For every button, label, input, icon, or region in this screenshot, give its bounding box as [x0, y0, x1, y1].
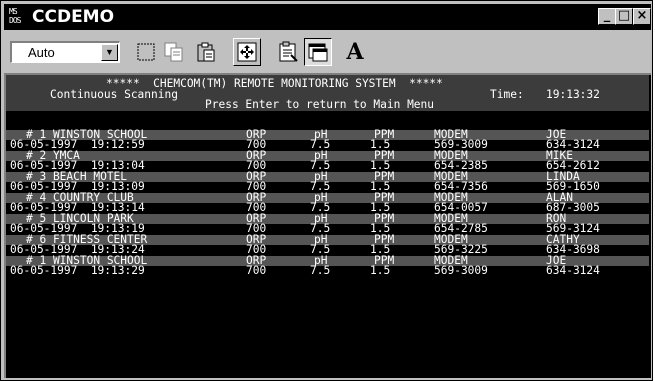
time-value: 19:13:32 [546, 88, 600, 101]
time-label: Time: [490, 88, 524, 101]
ms-dos-icon[interactable]: MS DOS [8, 7, 26, 27]
paste-icon [197, 42, 215, 62]
font-button[interactable]: A [341, 38, 369, 66]
paste-button[interactable] [192, 38, 220, 66]
toolbar: Auto ▼ A [4, 31, 651, 71]
copy-icon [164, 42, 183, 62]
ccdemo-window: MS DOS CCDEMO _ □ × Auto ▼ A ***** CHEMC… [0, 0, 653, 381]
close-button[interactable]: × [633, 8, 651, 25]
reading-datetime: 06-05-1997 19:13:29 [10, 264, 145, 277]
contact-phone: 634-3124 [546, 264, 600, 277]
properties-icon [279, 41, 298, 62]
return-instruction: Press Enter to return to Main Menu [205, 98, 435, 111]
mark-icon [137, 43, 155, 61]
background-icon [308, 43, 328, 62]
window-title: CCDEMO [32, 7, 115, 27]
font-size-select[interactable]: Auto ▼ [10, 41, 120, 63]
full-screen-button[interactable] [233, 38, 261, 66]
font-icon: A [346, 39, 364, 65]
scan-status: Continuous Scanning [50, 88, 178, 101]
ppm-value: 1.5 [370, 264, 391, 277]
minimize-button[interactable]: _ [598, 8, 616, 25]
copy-button[interactable] [160, 38, 188, 66]
mark-button[interactable] [132, 38, 160, 66]
font-size-value: Auto [28, 45, 55, 60]
properties-button[interactable] [274, 38, 302, 66]
background-button[interactable] [304, 38, 332, 66]
ph-value: 7.5 [310, 264, 331, 277]
orp-value: 700 [246, 264, 267, 277]
modem-number: 569-3009 [434, 264, 488, 277]
terminal-text: ***** CHEMCOM(TM) REMOTE MONITORING SYST… [6, 75, 649, 276]
dos-terminal-screen[interactable]: ***** CHEMCOM(TM) REMOTE MONITORING SYST… [4, 73, 651, 378]
maximize-button[interactable]: □ [615, 8, 633, 25]
header-line-3: Press Enter to return to Main Menu [6, 99, 434, 111]
title-bar[interactable]: MS DOS CCDEMO _ □ × [4, 4, 651, 30]
full-screen-icon [237, 42, 257, 62]
icon-label-bottom: DOS [9, 16, 21, 25]
chevron-down-icon[interactable]: ▼ [101, 44, 118, 61]
